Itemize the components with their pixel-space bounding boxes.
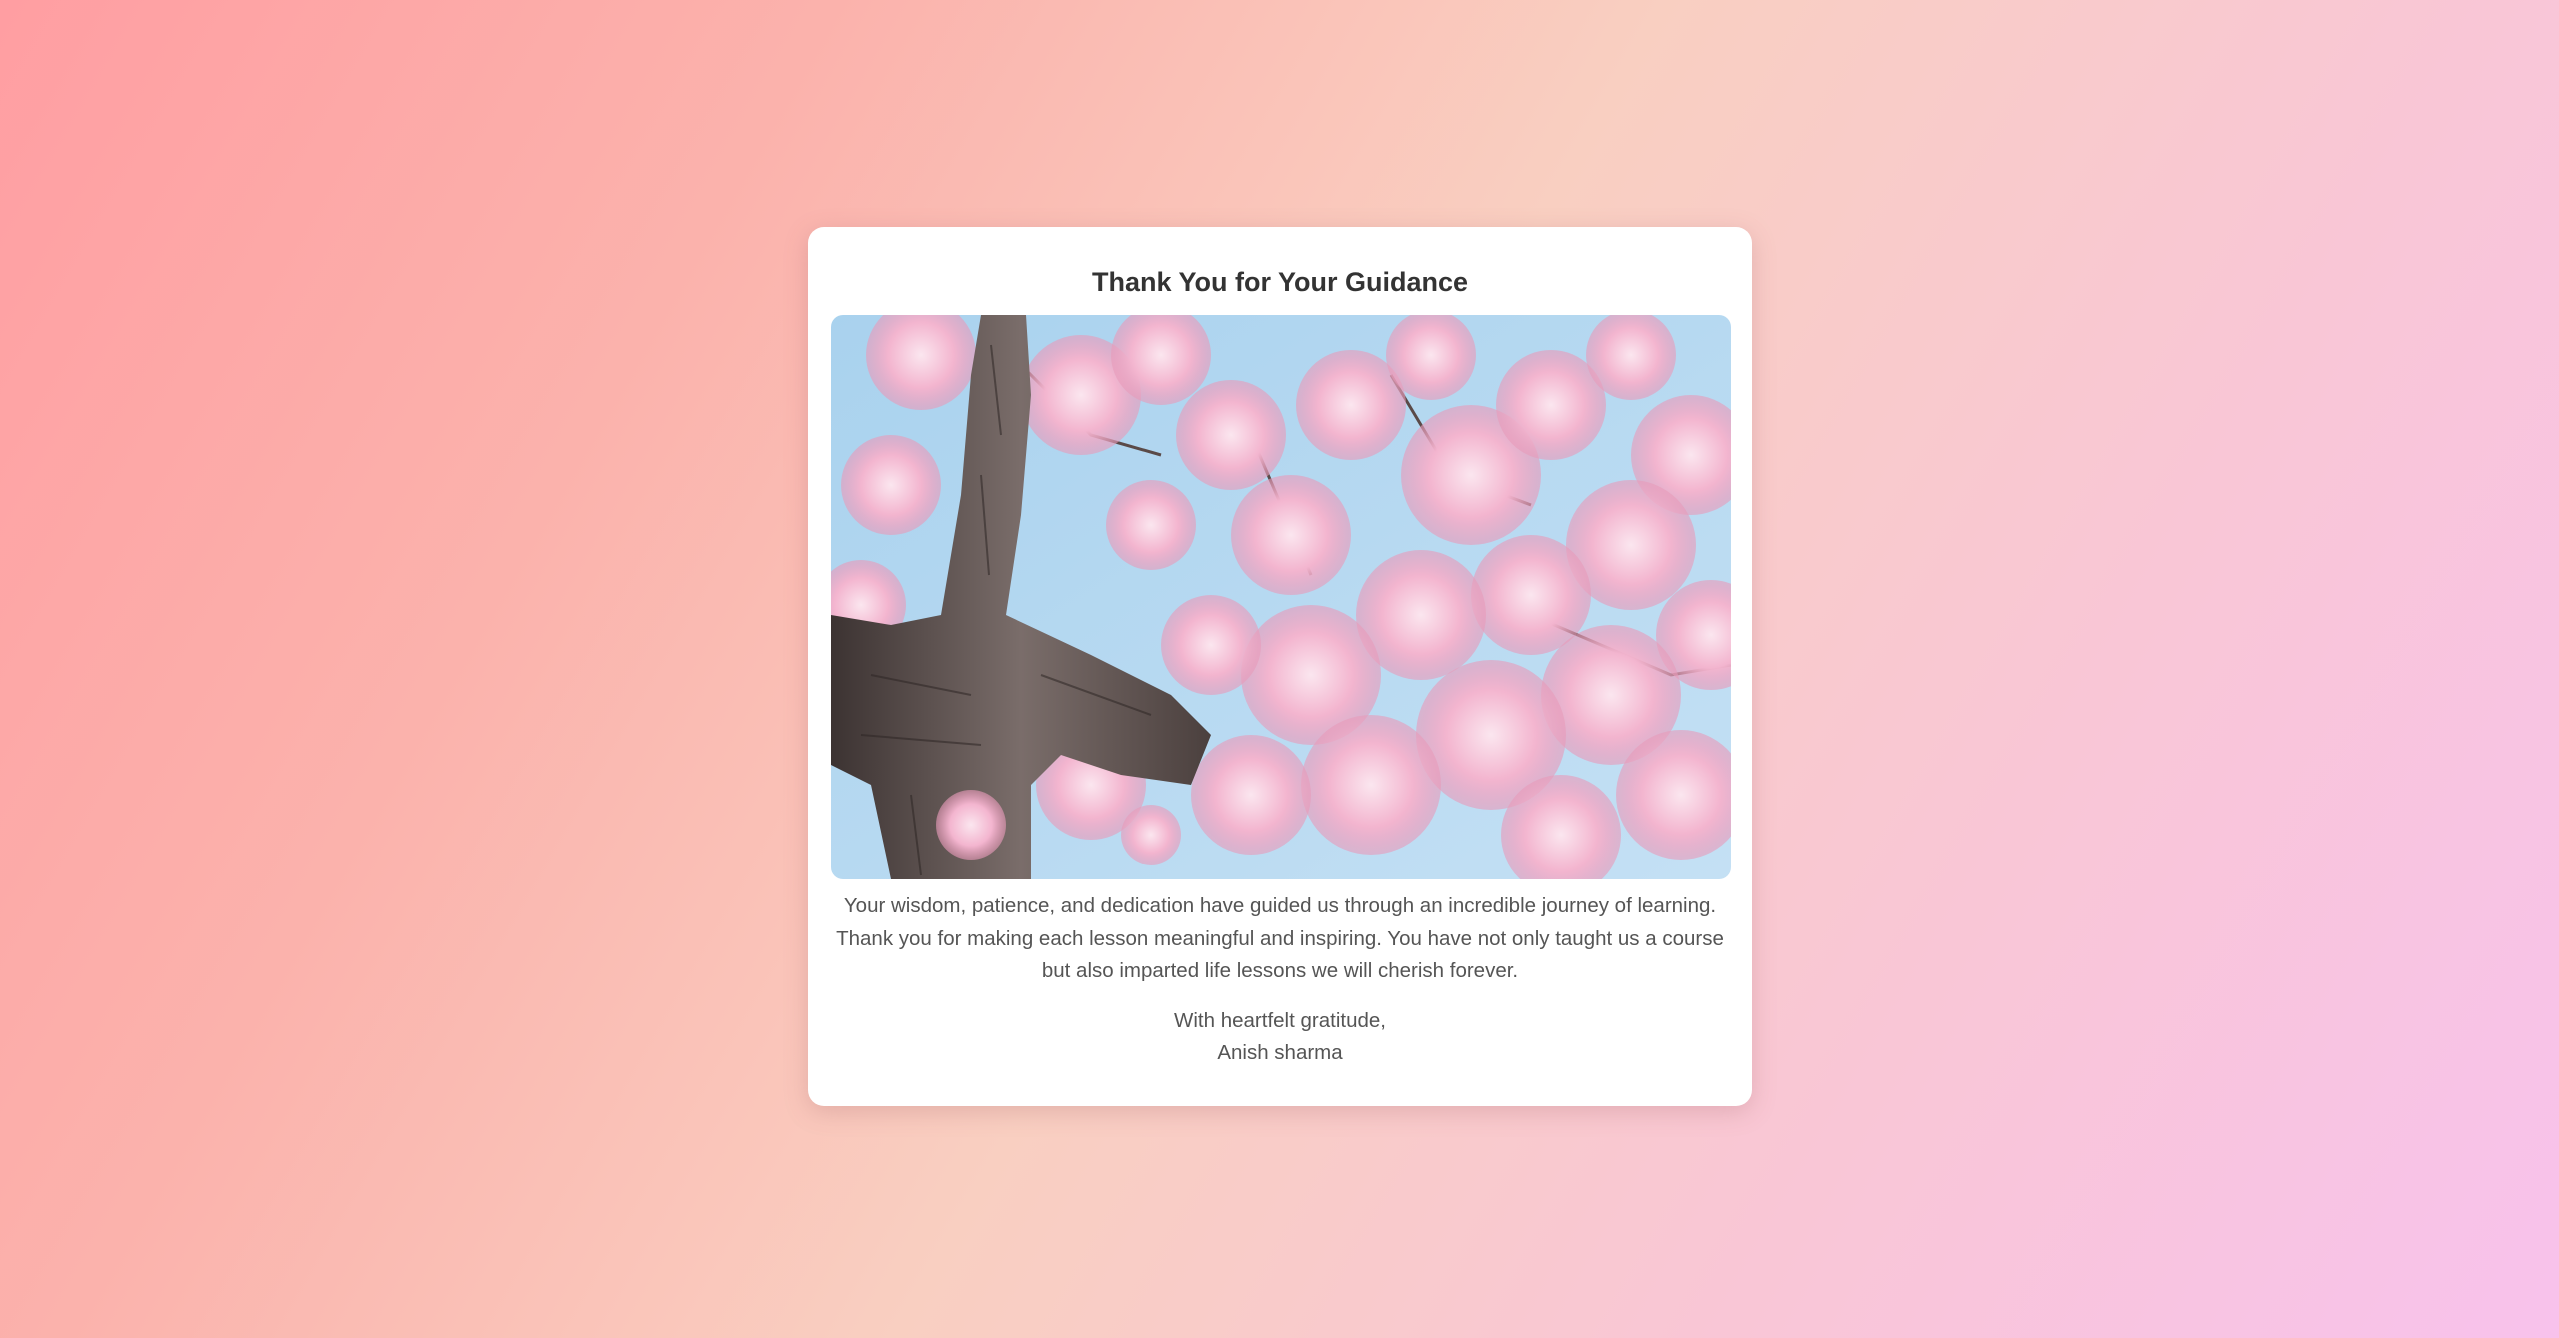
- signoff: With heartfelt gratitude, Anish sharma: [808, 1005, 1752, 1069]
- card-title: Thank You for Your Guidance: [1091, 267, 1469, 297]
- thank-you-message: Your wisdom, patience, and dedication ha…: [836, 894, 1724, 982]
- cherry-blossom-image: [831, 315, 1731, 879]
- signature: Anish sharma: [1217, 1041, 1343, 1064]
- closing-line: With heartfelt gratitude,: [1174, 1009, 1386, 1032]
- thank-you-card: Thank You for Your Guidance Your wisdom,…: [808, 227, 1752, 1106]
